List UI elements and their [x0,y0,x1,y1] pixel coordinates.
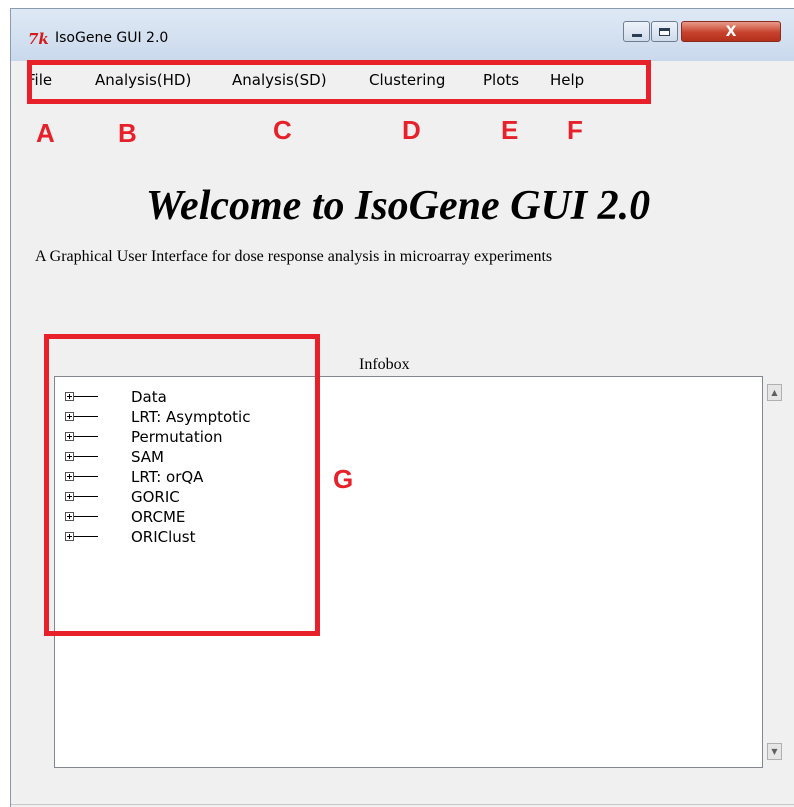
close-icon: X [725,23,737,40]
infobox-highlight-box [44,334,320,636]
welcome-heading: Welcome to IsoGene GUI 2.0 [145,183,651,229]
marker-a: A [36,118,55,148]
marker-b: B [118,118,137,148]
minimize-icon [631,34,642,37]
close-button[interactable]: X [681,21,781,42]
marker-e: E [501,115,519,145]
minimize-button[interactable] [623,21,650,42]
marker-c: C [273,115,292,145]
title-bar[interactable]: 7k IsoGene GUI 2.0 X [11,9,794,61]
maximize-button[interactable] [651,21,678,42]
marker-d: D [402,115,421,145]
infobox-scrollbar[interactable]: ▲ ▼ [763,376,785,768]
window-title: IsoGene GUI 2.0 [55,30,169,46]
infobox-label: Infobox [359,356,410,373]
window-bottom-edge [11,804,794,805]
scroll-up-icon[interactable]: ▲ [767,384,782,401]
maximize-icon [659,27,670,36]
marker-g: G [333,464,354,494]
welcome-subtitle: A Graphical User Interface for dose resp… [35,248,553,265]
scroll-down-icon[interactable]: ▼ [767,743,782,760]
menu-highlight-box [27,60,651,104]
app-window: 7k IsoGene GUI 2.0 X File Analysis(HD) A… [10,8,794,807]
marker-f: F [567,115,583,145]
tk-icon: 7k [28,30,49,48]
